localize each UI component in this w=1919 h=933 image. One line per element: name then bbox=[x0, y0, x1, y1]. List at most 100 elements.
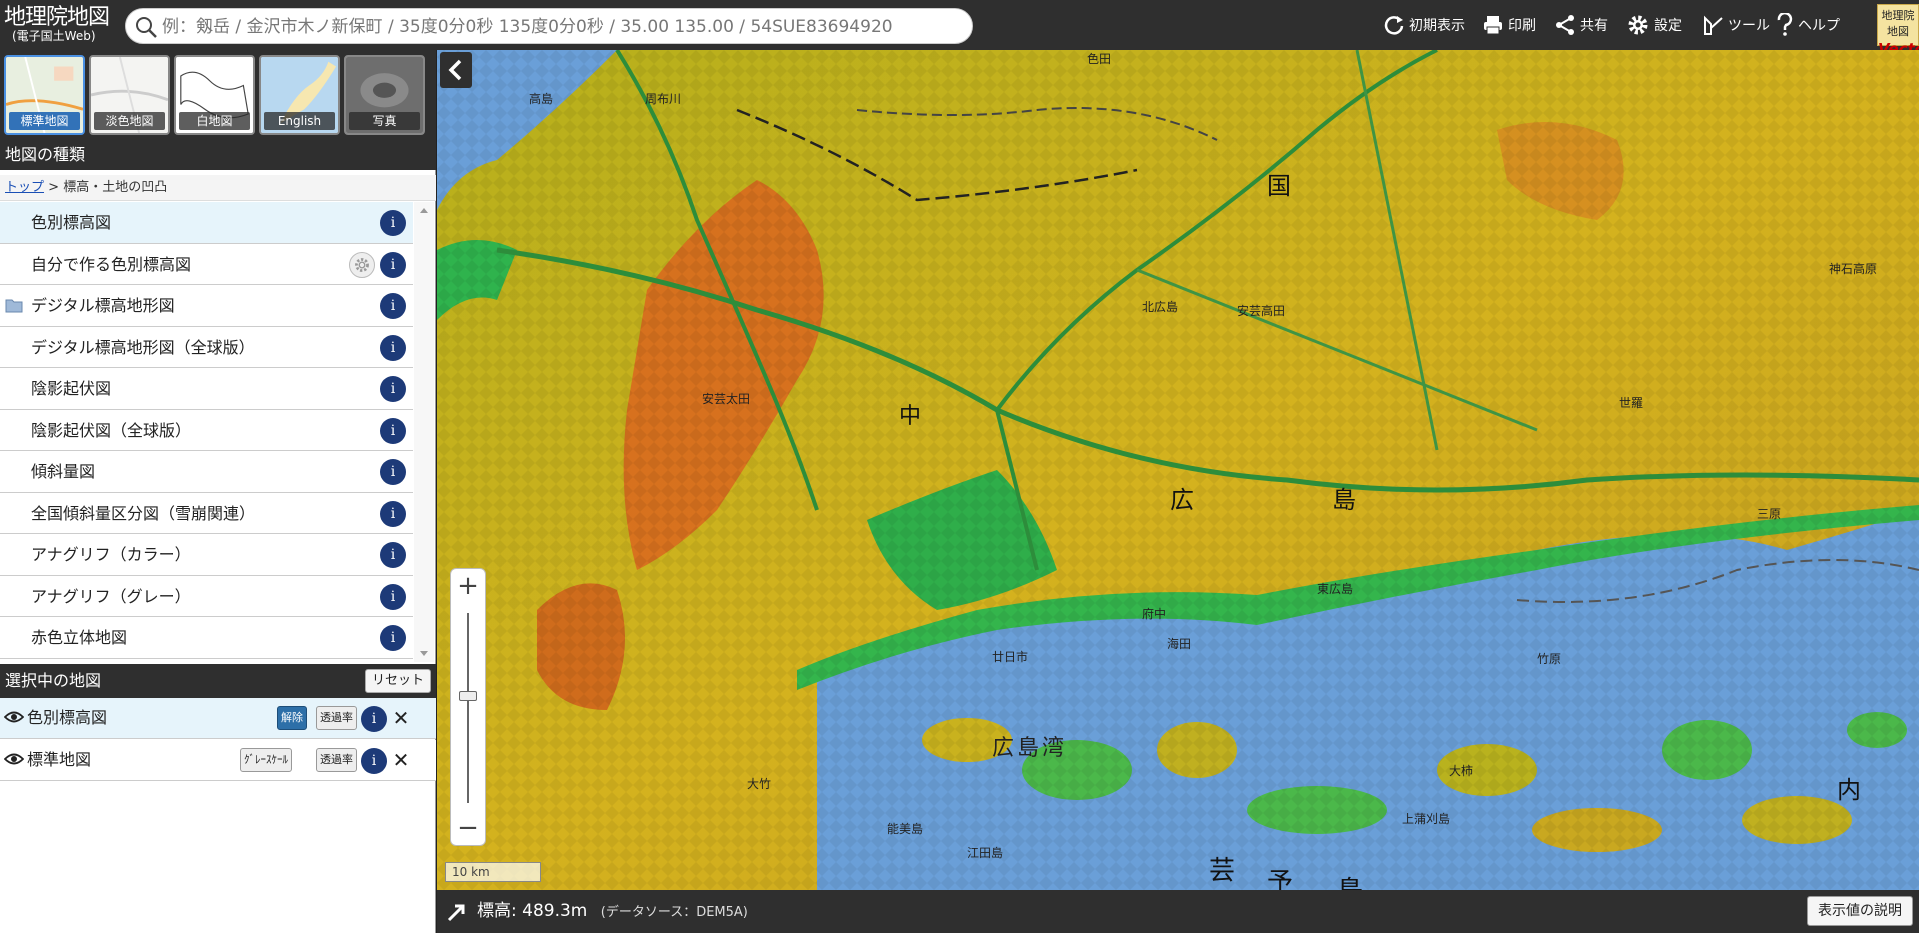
eye-icon[interactable] bbox=[4, 752, 24, 766]
grayscale-button[interactable]: ｸﾞﾚｰｽｹｰﾙ bbox=[240, 748, 292, 772]
map-town-label: 世羅 bbox=[1619, 396, 1644, 410]
map-town-label: 大柿 bbox=[1449, 764, 1474, 778]
map-label-yo: 予 bbox=[1267, 868, 1294, 890]
info-icon[interactable]: i bbox=[380, 376, 406, 402]
selected-layer-label: 色別標高図 bbox=[27, 708, 108, 727]
info-icon[interactable]: i bbox=[380, 625, 406, 651]
info-icon[interactable]: i bbox=[380, 583, 406, 610]
search-box bbox=[125, 8, 973, 44]
tools-button[interactable]: ツール bbox=[1702, 10, 1770, 40]
scroll-up-arrow-icon[interactable] bbox=[420, 208, 428, 213]
info-icon[interactable]: i bbox=[380, 334, 406, 361]
initial-view-button[interactable]: 初期表示 bbox=[1383, 10, 1465, 40]
breadcrumb-current: 標高・土地の凹凸 bbox=[63, 180, 168, 195]
share-button[interactable]: 共有 bbox=[1554, 10, 1608, 40]
scroll-down-arrow-icon[interactable] bbox=[420, 651, 428, 656]
basemap-standard[interactable]: 標準地図 bbox=[4, 55, 85, 135]
list-item-label: 傾斜量図 bbox=[31, 462, 96, 481]
arrow-pointer-icon bbox=[447, 904, 465, 922]
reset-button[interactable]: リセット bbox=[364, 669, 431, 693]
vector-badge-line1: 地理院地図 bbox=[1881, 9, 1915, 38]
map-label-naka: 中 bbox=[899, 404, 922, 429]
collapse-panel-button[interactable] bbox=[440, 52, 472, 88]
info-icon[interactable]: i bbox=[361, 748, 387, 774]
map-label-shima2: 島 bbox=[1337, 870, 1363, 890]
list-item-slope-avalanche[interactable]: 全国傾斜量区分図（雪崩関連） i bbox=[0, 492, 413, 534]
list-item-red-relief[interactable]: 赤色立体地図 i bbox=[0, 617, 413, 659]
help-button[interactable]: ヘルプ bbox=[1776, 10, 1840, 40]
list-item-anaglyph-gray[interactable]: アナグリフ（グレー） i bbox=[0, 575, 413, 617]
list-item-custom-elevation[interactable]: 自分で作る色別標高図 i bbox=[0, 243, 413, 285]
list-scrollbar[interactable] bbox=[414, 202, 434, 662]
map-town-label: 高島 bbox=[529, 92, 554, 106]
logo-subtitle: (電子国土Web) bbox=[12, 29, 96, 43]
list-item-label: 陰影起伏図 bbox=[31, 379, 112, 398]
basemap-selector: 標準地図 淡色地図 白地図 English 写真 bbox=[0, 50, 436, 140]
opacity-button[interactable]: 透過率 bbox=[316, 748, 357, 772]
app-logo[interactable]: 地理院地図 (電子国土Web) bbox=[4, 6, 120, 46]
search-input[interactable] bbox=[162, 13, 962, 41]
list-item-hillshade[interactable]: 陰影起伏図 i bbox=[0, 368, 413, 410]
settings-button[interactable]: 設定 bbox=[1626, 10, 1682, 40]
list-item-color-elevation[interactable]: 色別標高図 i bbox=[0, 202, 413, 244]
status-bar: 標高: 489.3m (データソース：DEM5A) 表示値の説明 bbox=[437, 890, 1919, 933]
basemap-photo[interactable]: 写真 bbox=[344, 55, 425, 135]
basemap-english[interactable]: English bbox=[259, 55, 340, 135]
info-icon[interactable]: i bbox=[380, 417, 406, 444]
zoom-slider-track[interactable] bbox=[467, 613, 469, 803]
info-icon[interactable]: i bbox=[361, 706, 387, 732]
breadcrumb: トップ > 標高・土地の凹凸 bbox=[0, 175, 436, 201]
map-label-bay: 広島湾 bbox=[992, 736, 1068, 761]
basemap-label: English bbox=[264, 112, 335, 130]
map-town-label: 大竹 bbox=[747, 777, 772, 791]
zoom-slider-handle[interactable] bbox=[459, 691, 477, 701]
zoom-out-button[interactable]: − bbox=[451, 811, 485, 845]
gear-icon bbox=[1628, 15, 1648, 35]
selected-layer-label: 標準地図 bbox=[27, 750, 92, 769]
map-types-title: 地図の種類 bbox=[0, 140, 436, 170]
info-icon[interactable]: i bbox=[380, 251, 406, 278]
list-item-hillshade-global[interactable]: 陰影起伏図（全球版） i bbox=[0, 409, 413, 451]
map-canvas[interactable]: 広島湾 広 島 中 国 芸 予 島 内 高島 周布川 色田 北広島 安芸高田 世… bbox=[437, 50, 1919, 890]
basemap-pale[interactable]: 淡色地図 bbox=[89, 55, 170, 135]
map-label-gei: 芸 bbox=[1209, 856, 1236, 886]
basemap-label: 標準地図 bbox=[9, 112, 80, 130]
logo-title: 地理院地図 bbox=[4, 5, 110, 30]
map-town-label: 能美島 bbox=[887, 822, 924, 836]
basemap-blank[interactable]: 白地図 bbox=[174, 55, 255, 135]
list-item-digital-elevation[interactable]: デジタル標高地形図 i bbox=[0, 285, 413, 327]
close-icon[interactable]: ✕ bbox=[390, 706, 412, 730]
header-bar: 地理院地図 (電子国土Web) 初期表示 印刷 共有 設定 bbox=[0, 0, 1919, 58]
list-item-digital-elevation-global[interactable]: デジタル標高地形図（全球版） i bbox=[0, 326, 413, 368]
list-item-slope[interactable]: 傾斜量図 i bbox=[0, 451, 413, 493]
map-label-hiro: 広 bbox=[1170, 486, 1194, 514]
print-button[interactable]: 印刷 bbox=[1482, 10, 1536, 40]
map-town-label: 東広島 bbox=[1317, 582, 1354, 596]
map-town-label: 廿日市 bbox=[992, 650, 1029, 664]
vector-map-badge[interactable]: 地理院地図 Vector bbox=[1877, 4, 1919, 58]
close-icon[interactable]: ✕ bbox=[390, 748, 412, 772]
elevation-label: 標高: bbox=[477, 901, 517, 921]
map-town-label: 北広島 bbox=[1142, 300, 1179, 314]
refresh-icon bbox=[1384, 16, 1404, 35]
list-item-anaglyph-color[interactable]: アナグリフ（カラー） i bbox=[0, 534, 413, 576]
info-icon[interactable]: i bbox=[380, 293, 406, 319]
printer-icon bbox=[1484, 16, 1502, 35]
eye-icon[interactable] bbox=[4, 710, 24, 724]
info-icon[interactable]: i bbox=[380, 459, 406, 485]
initial-view-label: 初期表示 bbox=[1409, 18, 1465, 34]
zoom-in-button[interactable]: + bbox=[451, 569, 485, 603]
gear-icon[interactable] bbox=[349, 251, 375, 278]
folder-icon bbox=[5, 299, 23, 313]
info-icon[interactable]: i bbox=[380, 500, 406, 527]
list-item-label: 自分で作る色別標高図 bbox=[31, 254, 192, 274]
share-label: 共有 bbox=[1580, 18, 1608, 34]
release-button[interactable]: 解除 bbox=[277, 706, 307, 730]
opacity-button[interactable]: 透過率 bbox=[316, 706, 357, 730]
help-label: ヘルプ bbox=[1798, 18, 1840, 34]
info-icon[interactable]: i bbox=[380, 542, 406, 568]
info-icon[interactable]: i bbox=[380, 210, 406, 236]
map-town-label: 江田島 bbox=[967, 846, 1004, 860]
value-explanation-button[interactable]: 表示値の説明 bbox=[1807, 896, 1913, 926]
breadcrumb-top-link[interactable]: トップ bbox=[5, 180, 44, 195]
